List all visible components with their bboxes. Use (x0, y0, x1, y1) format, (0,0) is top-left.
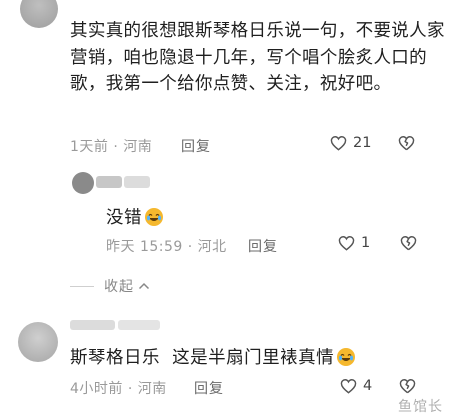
like-count: 21 (353, 135, 372, 151)
like-button[interactable]: 21 (330, 135, 371, 151)
heart-icon (338, 236, 355, 251)
avatar[interactable] (20, 0, 58, 28)
dislike-button[interactable] (398, 135, 415, 155)
reply-meta: 昨天 15:59 · 河北 (106, 239, 227, 255)
laughing-emoji-icon (145, 207, 163, 226)
like-button[interactable]: 4 (340, 378, 372, 394)
reply-avatar[interactable] (72, 172, 94, 194)
collapse-replies-button[interactable]: 收起 (70, 276, 150, 296)
like-count: 1 (361, 235, 371, 251)
reply-button[interactable]: 回复 (194, 378, 224, 398)
divider (70, 285, 94, 287)
username-blurred (96, 176, 122, 188)
laughing-emoji-icon (337, 347, 356, 366)
avatar[interactable] (18, 322, 58, 362)
username-blurred (118, 320, 160, 330)
username-blurred (70, 320, 115, 330)
dislike-button[interactable] (400, 235, 417, 255)
heart-icon (340, 379, 357, 394)
comment-text: 斯琴格日乐 这是半扇门里裱真情 (70, 348, 335, 368)
reply-text: 没错 (106, 208, 142, 228)
watermark: 鱼馆长 (398, 399, 443, 415)
like-button[interactable]: 1 (338, 235, 370, 251)
comment-meta: 1天前 · 河南 (70, 139, 153, 155)
broken-heart-icon (399, 379, 416, 394)
reply-button[interactable]: 回复 (181, 136, 211, 156)
collapse-label: 收起 (104, 279, 134, 295)
like-count: 4 (363, 378, 373, 394)
comment-text: 其实真的很想跟斯琴格日乐说一句，不要说人家营销，咱也隐退十几年，写个唱个脍炙人口… (70, 21, 445, 94)
reply-button[interactable]: 回复 (248, 236, 278, 256)
heart-icon (330, 136, 347, 151)
broken-heart-icon (400, 236, 417, 251)
reply-content: 没错 (106, 204, 164, 229)
username-blurred (124, 176, 150, 188)
comment-meta: 4小时前 · 河南 (70, 381, 167, 397)
broken-heart-icon (398, 136, 415, 151)
dislike-button[interactable] (399, 378, 416, 398)
chevron-up-icon (138, 282, 150, 290)
comment-content: 斯琴格日乐 这是半扇门里裱真情 (70, 344, 356, 369)
